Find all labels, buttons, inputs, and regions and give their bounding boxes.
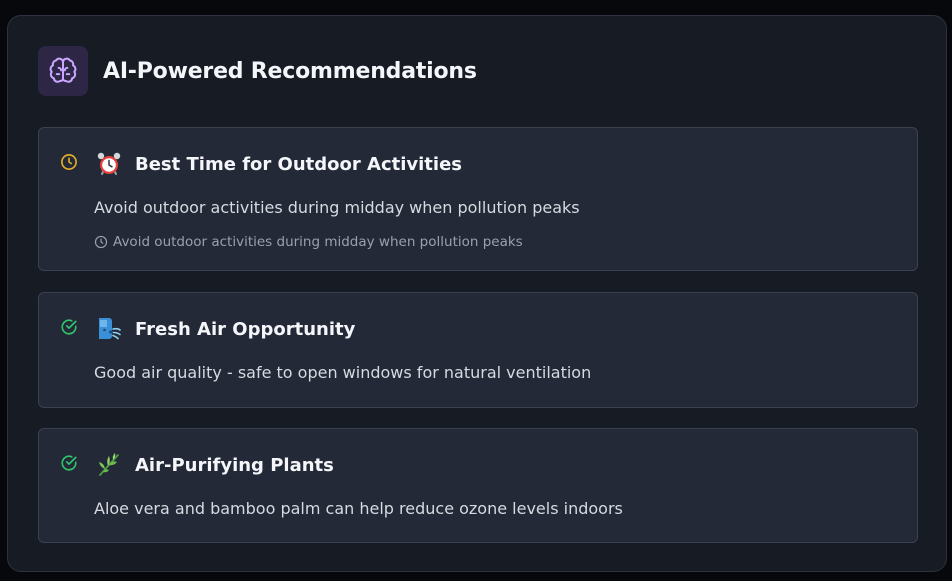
alarm-clock-icon [97, 152, 121, 175]
recommendation-card-fresh-air: Fresh Air Opportunity Good air quality -… [38, 292, 918, 408]
card-description: Avoid outdoor activities during midday w… [94, 198, 580, 217]
clock-small-icon [94, 235, 108, 249]
card-description: Aloe vera and bamboo palm can help reduc… [94, 499, 623, 518]
panel-header: AI-Powered Recommendations [38, 46, 477, 96]
recommendations-panel: AI-Powered Recommendations Best Time for… [7, 15, 947, 572]
recommendation-card-plants: Air-Purifying Plants Aloe vera and bambo… [38, 428, 918, 543]
card-title: Air-Purifying Plants [135, 455, 334, 476]
check-circle-icon [61, 319, 77, 335]
clock-icon [61, 154, 77, 170]
card-title: Best Time for Outdoor Activities [135, 154, 462, 175]
card-description: Good air quality - safe to open windows … [94, 363, 592, 382]
brain-icon [38, 46, 88, 96]
check-circle-icon [61, 455, 77, 471]
panel-title: AI-Powered Recommendations [103, 58, 477, 84]
card-note-text: Avoid outdoor activities during midday w… [113, 234, 523, 250]
herb-icon [99, 453, 119, 476]
wind-face-icon [99, 318, 121, 340]
recommendation-card-outdoor: Best Time for Outdoor Activities Avoid o… [38, 127, 918, 271]
card-note: Avoid outdoor activities during midday w… [94, 234, 523, 250]
card-title: Fresh Air Opportunity [135, 319, 356, 340]
